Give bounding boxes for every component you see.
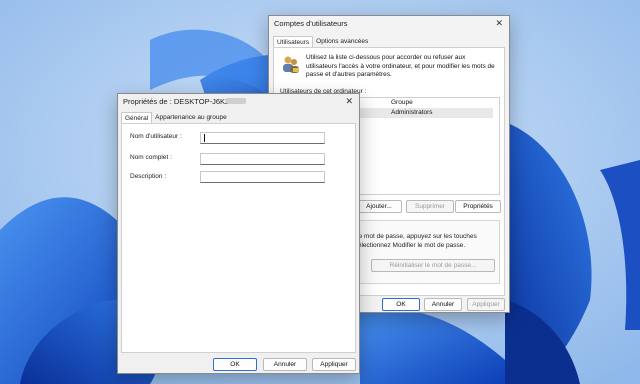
user-accounts-titlebar: Comptes d'utilisateurs ✕ bbox=[269, 16, 509, 30]
fullname-label: Nom complet : bbox=[130, 154, 172, 161]
properties-dialog: Propriétés de : DESKTOP-J6K286H ✕ Généra… bbox=[117, 93, 360, 374]
password-text-line2: t sélectionnez Modifier le mot de passe. bbox=[351, 242, 466, 249]
dialog-title: Comptes d'utilisateurs bbox=[274, 19, 348, 28]
properties-button[interactable]: Propriétés bbox=[455, 200, 501, 213]
ok-button[interactable]: OK bbox=[382, 298, 420, 311]
apply-button[interactable]: Appliquer bbox=[467, 298, 505, 311]
username-field[interactable] bbox=[200, 132, 325, 144]
close-button[interactable]: ✕ bbox=[495, 17, 503, 29]
ok-button[interactable]: OK bbox=[213, 358, 257, 371]
description-label: Description : bbox=[130, 173, 167, 180]
remove-user-button[interactable]: Supprimer bbox=[406, 200, 454, 213]
cancel-button[interactable]: Annuler bbox=[263, 358, 307, 371]
fullname-field[interactable] bbox=[200, 153, 325, 165]
users-icon bbox=[283, 56, 299, 73]
text-caret bbox=[204, 134, 205, 142]
intro-text: Utilisez la liste ci-dessous pour accord… bbox=[306, 54, 495, 78]
description-field[interactable] bbox=[200, 171, 325, 183]
row-group-cell: Administrators bbox=[391, 109, 433, 116]
properties-titlebar: Propriétés de : DESKTOP-J6K286H ✕ bbox=[118, 94, 359, 108]
cancel-button[interactable]: Annuler bbox=[424, 298, 462, 311]
list-header-group[interactable]: Groupe bbox=[391, 99, 413, 106]
reset-password-button[interactable]: Réinitialiser le mot de passe... bbox=[371, 259, 495, 272]
apply-button[interactable]: Appliquer bbox=[312, 358, 356, 371]
add-user-button[interactable]: Ajouter... bbox=[356, 200, 402, 213]
close-button[interactable]: ✕ bbox=[345, 95, 353, 107]
password-text-line1: otre mot de passe, appuyez sur les touch… bbox=[351, 233, 477, 240]
redacted-name-mark bbox=[226, 98, 246, 104]
username-label: Nom d'utilisateur : bbox=[130, 133, 182, 140]
dialog-title: Propriétés de : DESKTOP-J6K286H bbox=[123, 97, 243, 106]
tab-panel: Nom d'utilisateur : Nom complet : Descri… bbox=[121, 123, 356, 353]
